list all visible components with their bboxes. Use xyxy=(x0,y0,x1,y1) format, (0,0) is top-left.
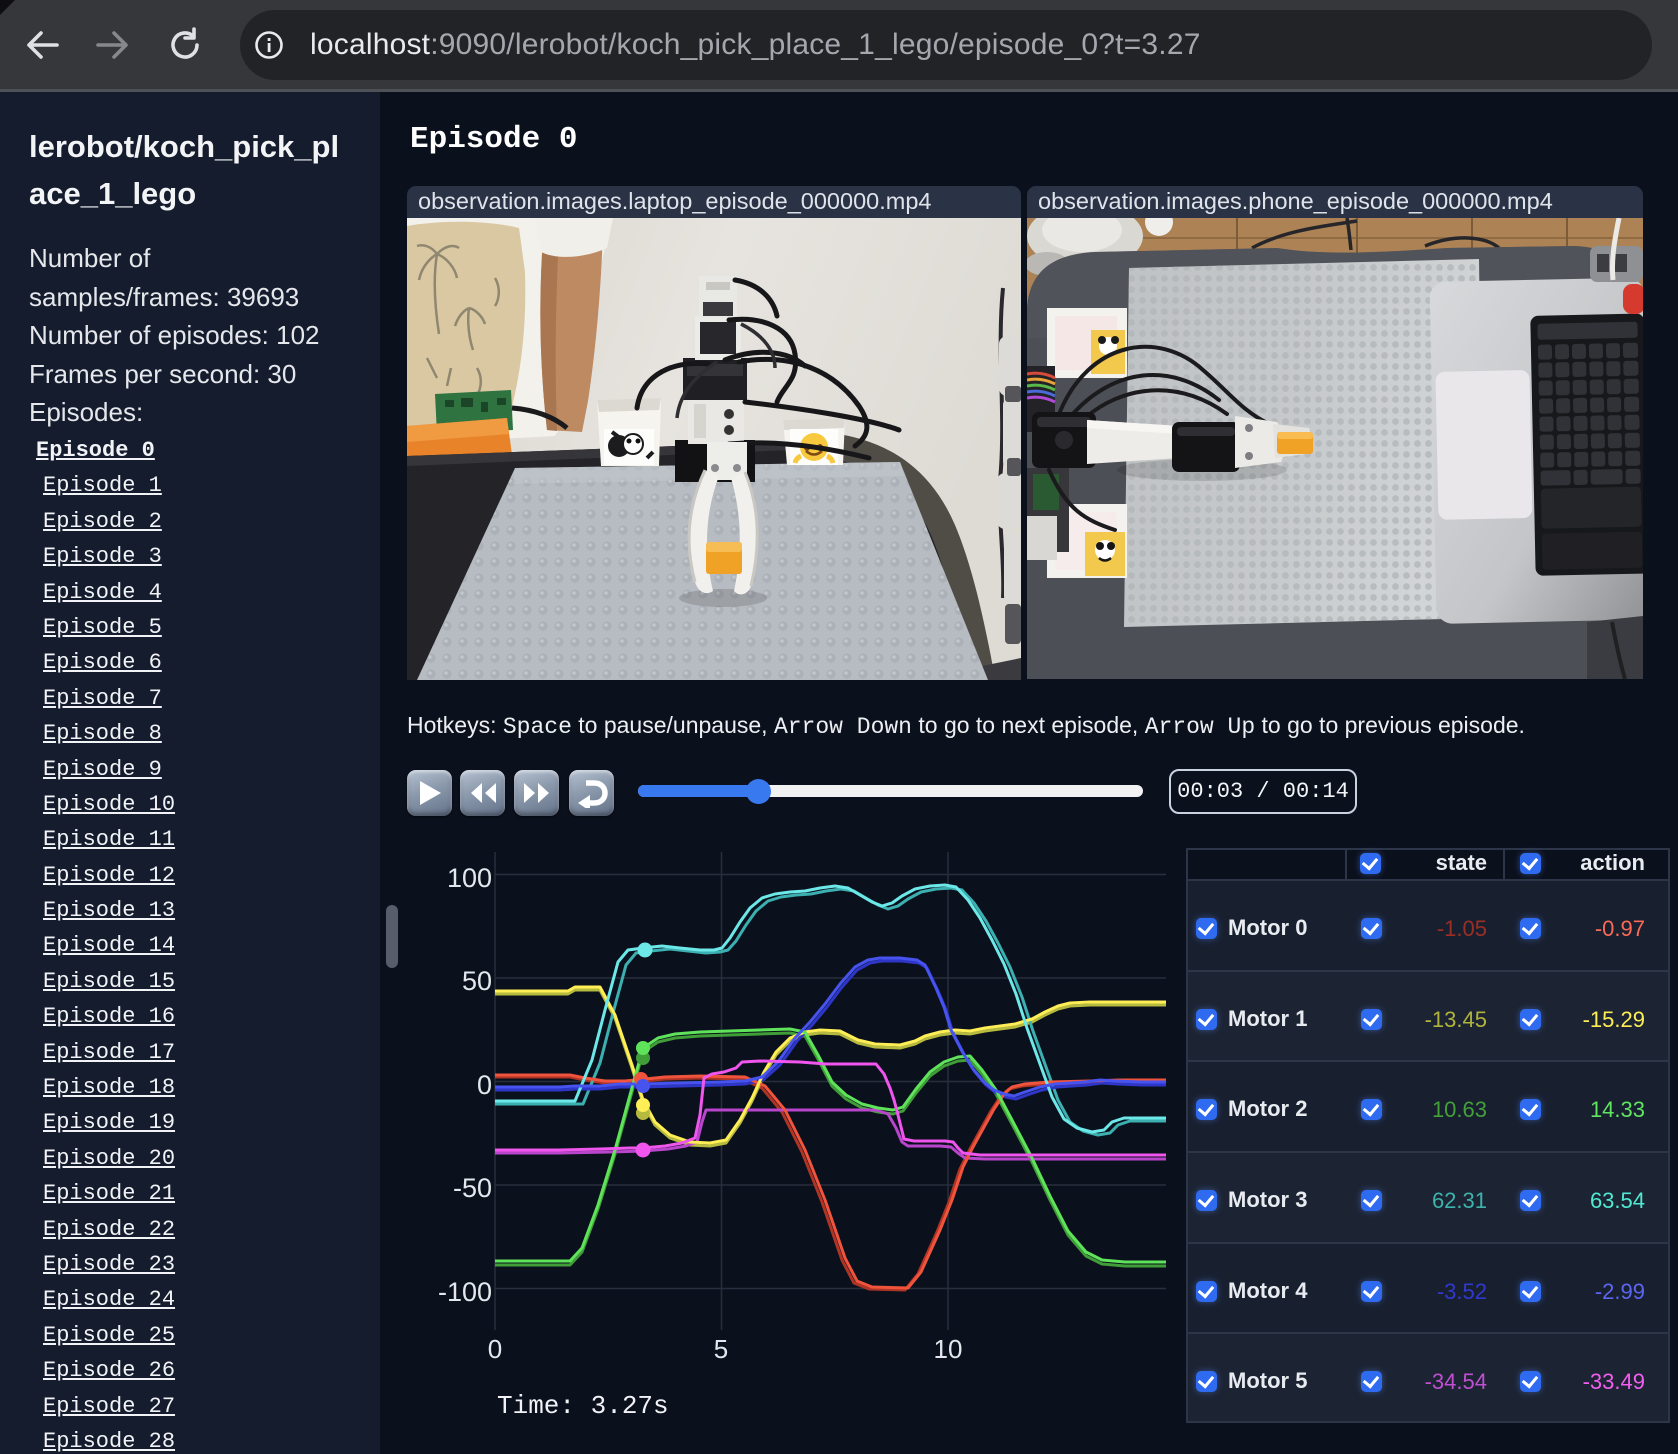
svg-text:10: 10 xyxy=(934,1334,963,1364)
svg-text:0: 0 xyxy=(488,1334,502,1364)
svg-text:100: 100 xyxy=(447,863,492,893)
svg-text:-50: -50 xyxy=(453,1173,492,1203)
svg-text:Time: 3.27s: Time: 3.27s xyxy=(497,1391,669,1421)
svg-text:5: 5 xyxy=(714,1334,728,1364)
svg-text:-100: -100 xyxy=(438,1277,492,1307)
svg-text:0: 0 xyxy=(477,1070,492,1100)
svg-text:50: 50 xyxy=(462,966,492,996)
